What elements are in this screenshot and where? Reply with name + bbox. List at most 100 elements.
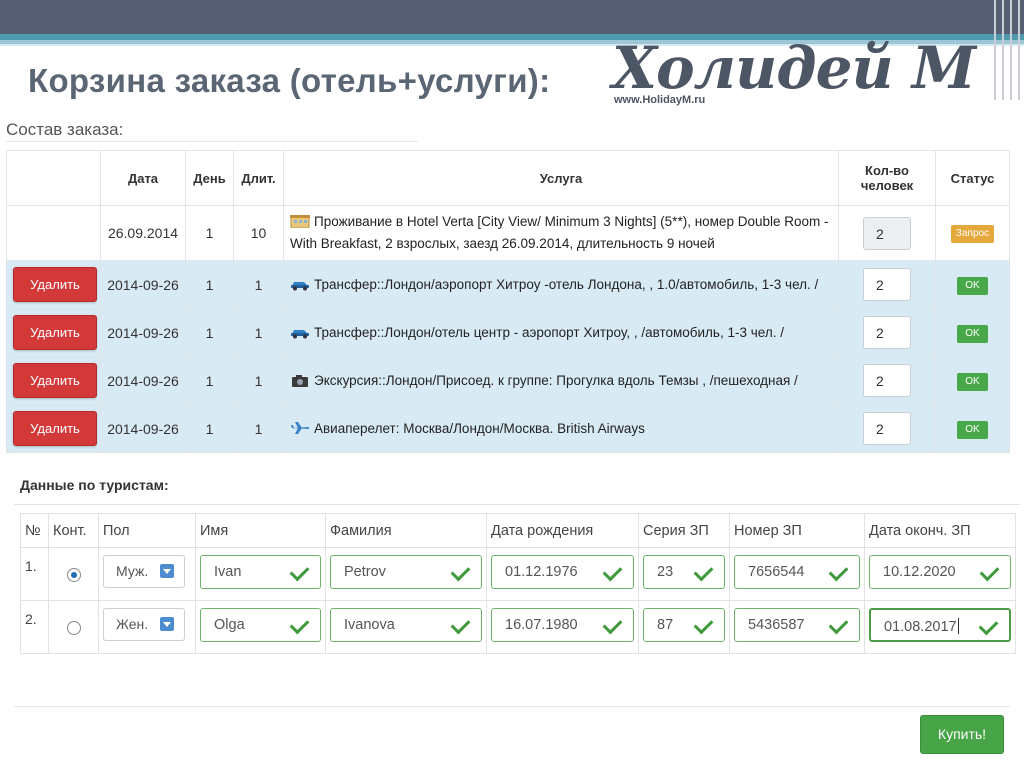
row-duration: 1 (233, 356, 284, 405)
qty-cell: 2 (838, 260, 936, 309)
action-cell: Удалить (6, 260, 101, 309)
service-text: Экскурсия::Лондон/Присоед. к группе: Про… (314, 372, 798, 388)
header-bar (0, 0, 1024, 34)
check-icon (828, 561, 849, 582)
row-duration: 1 (233, 260, 284, 309)
num-cell: 1. (20, 547, 49, 601)
col-gender: Пол (98, 513, 196, 548)
contact-cell (48, 547, 99, 601)
row-service: Экскурсия::Лондон/Присоед. к группе: Про… (283, 356, 839, 405)
row-duration: 1 (233, 404, 284, 453)
check-icon (979, 561, 1000, 582)
row-date: 26.09.2014 (100, 205, 186, 261)
status-cell: OK (935, 260, 1010, 309)
delete-button[interactable]: Удалить (13, 315, 97, 350)
passport-expiry-field[interactable]: 01.08.2017 (869, 608, 1011, 642)
qty-input[interactable]: 2 (863, 316, 911, 349)
qty-input[interactable]: 2 (863, 216, 911, 250)
birth-date-field[interactable]: 01.12.1976 (491, 555, 634, 589)
first-name-value: Ivan (214, 564, 242, 580)
status-cell: OK (935, 404, 1010, 453)
row-service: Проживание в Hotel Verta [City View/ Min… (283, 205, 839, 261)
plane-icon (291, 421, 309, 434)
first-name-field[interactable]: Olga (200, 608, 321, 642)
last-name-cell: Petrov (325, 547, 487, 601)
page-title: Корзина заказа (отель+услуги): (28, 62, 551, 99)
qty-input[interactable]: 2 (863, 412, 911, 445)
passport-series-field[interactable]: 23 (643, 555, 725, 589)
col-status: Статус (935, 150, 1010, 206)
passport-number-field[interactable]: 5436587 (734, 608, 860, 642)
col-num: № (20, 513, 49, 548)
action-cell: Удалить (6, 308, 101, 357)
col-contact: Конт. (48, 513, 99, 548)
row-day: 1 (185, 260, 234, 309)
birth-date-value: 01.12.1976 (505, 564, 578, 580)
contact-radio[interactable] (66, 621, 81, 635)
order-header-row: Дата День Длит. Услуга Кол-во человек Ста… (6, 150, 1010, 206)
first-name-field[interactable]: Ivan (200, 555, 321, 589)
check-icon (289, 561, 310, 582)
gender-value: Жен. (116, 616, 149, 632)
tourists-table: № Конт. Пол Имя Фамилия Дата рождения Се… (20, 513, 1016, 654)
car-icon (291, 281, 309, 290)
gender-select[interactable]: Жен. (103, 608, 185, 641)
col-day: День (185, 150, 234, 206)
tourists-header-row: № Конт. Пол Имя Фамилия Дата рождения Се… (20, 513, 1016, 548)
service-text: Трансфер::Лондон/аэропорт Хитроу -отель … (314, 276, 819, 292)
passport-expiry-cell: 10.12.2020 (864, 547, 1016, 601)
check-icon (289, 614, 310, 635)
row-service: Трансфер::Лондон/отель центр - аэропорт … (283, 308, 839, 357)
passport-number-field[interactable]: 7656544 (734, 555, 860, 589)
col-passport-number: Номер ЗП (729, 513, 865, 548)
last-name-value: Ivanova (344, 617, 395, 633)
row-day: 1 (185, 404, 234, 453)
qty-input[interactable]: 2 (863, 268, 911, 301)
delete-button[interactable]: Удалить (13, 411, 97, 446)
status-cell: OK (935, 356, 1010, 405)
gender-cell: Жен. (98, 600, 196, 654)
passport-expiry-field[interactable]: 10.12.2020 (869, 555, 1011, 589)
birth-date-field[interactable]: 16.07.1980 (491, 608, 634, 642)
contact-radio[interactable] (66, 568, 81, 582)
status-badge: OK (957, 324, 988, 343)
row-date: 2014-09-26 (100, 260, 186, 309)
hotel-icon (290, 215, 310, 228)
check-icon (693, 561, 714, 582)
col-qty: Кол-во человек (838, 150, 936, 206)
order-section-label: Состав заказа: (6, 120, 124, 139)
passport-series-cell: 87 (638, 600, 730, 654)
last-name-field[interactable]: Petrov (330, 555, 482, 589)
check-icon (828, 614, 849, 635)
qty-cell: 2 (838, 308, 936, 357)
passport-series-field[interactable]: 87 (643, 608, 725, 642)
logo: Холидей М www.HolidayM.ru (612, 34, 1007, 112)
chevron-down-icon (160, 617, 174, 631)
birth-date-cell: 01.12.1976 (486, 547, 639, 601)
col-passport-series: Серия ЗП (638, 513, 730, 548)
qty-input[interactable]: 2 (863, 364, 911, 397)
buy-button[interactable]: Купить! (920, 715, 1004, 754)
gender-select[interactable]: Муж. (103, 555, 185, 588)
tourist-num: 2. (25, 611, 37, 627)
check-icon (450, 561, 471, 582)
tourist-row: 2. Жен. Olga Ivanova 16.07.1980 87 54365… (20, 600, 1016, 654)
first-name-value: Olga (214, 617, 245, 633)
action-cell (6, 205, 101, 261)
action-cell: Удалить (6, 356, 101, 405)
gender-cell: Муж. (98, 547, 196, 601)
delete-button[interactable]: Удалить (13, 363, 97, 398)
delete-button[interactable]: Удалить (13, 267, 97, 302)
logo-url: www.HolidayM.ru (614, 94, 706, 106)
check-icon (450, 614, 471, 635)
row-duration: 10 (233, 205, 284, 261)
passport-expiry-value: 01.08.2017 (884, 618, 959, 635)
last-name-value: Petrov (344, 564, 386, 580)
col-first-name: Имя (195, 513, 326, 548)
col-date: Дата (100, 150, 186, 206)
passport-series-cell: 23 (638, 547, 730, 601)
col-service: Услуга (283, 150, 839, 206)
last-name-field[interactable]: Ivanova (330, 608, 482, 642)
passport-series-value: 23 (657, 564, 674, 580)
logo-text: Холидей М (612, 34, 976, 102)
